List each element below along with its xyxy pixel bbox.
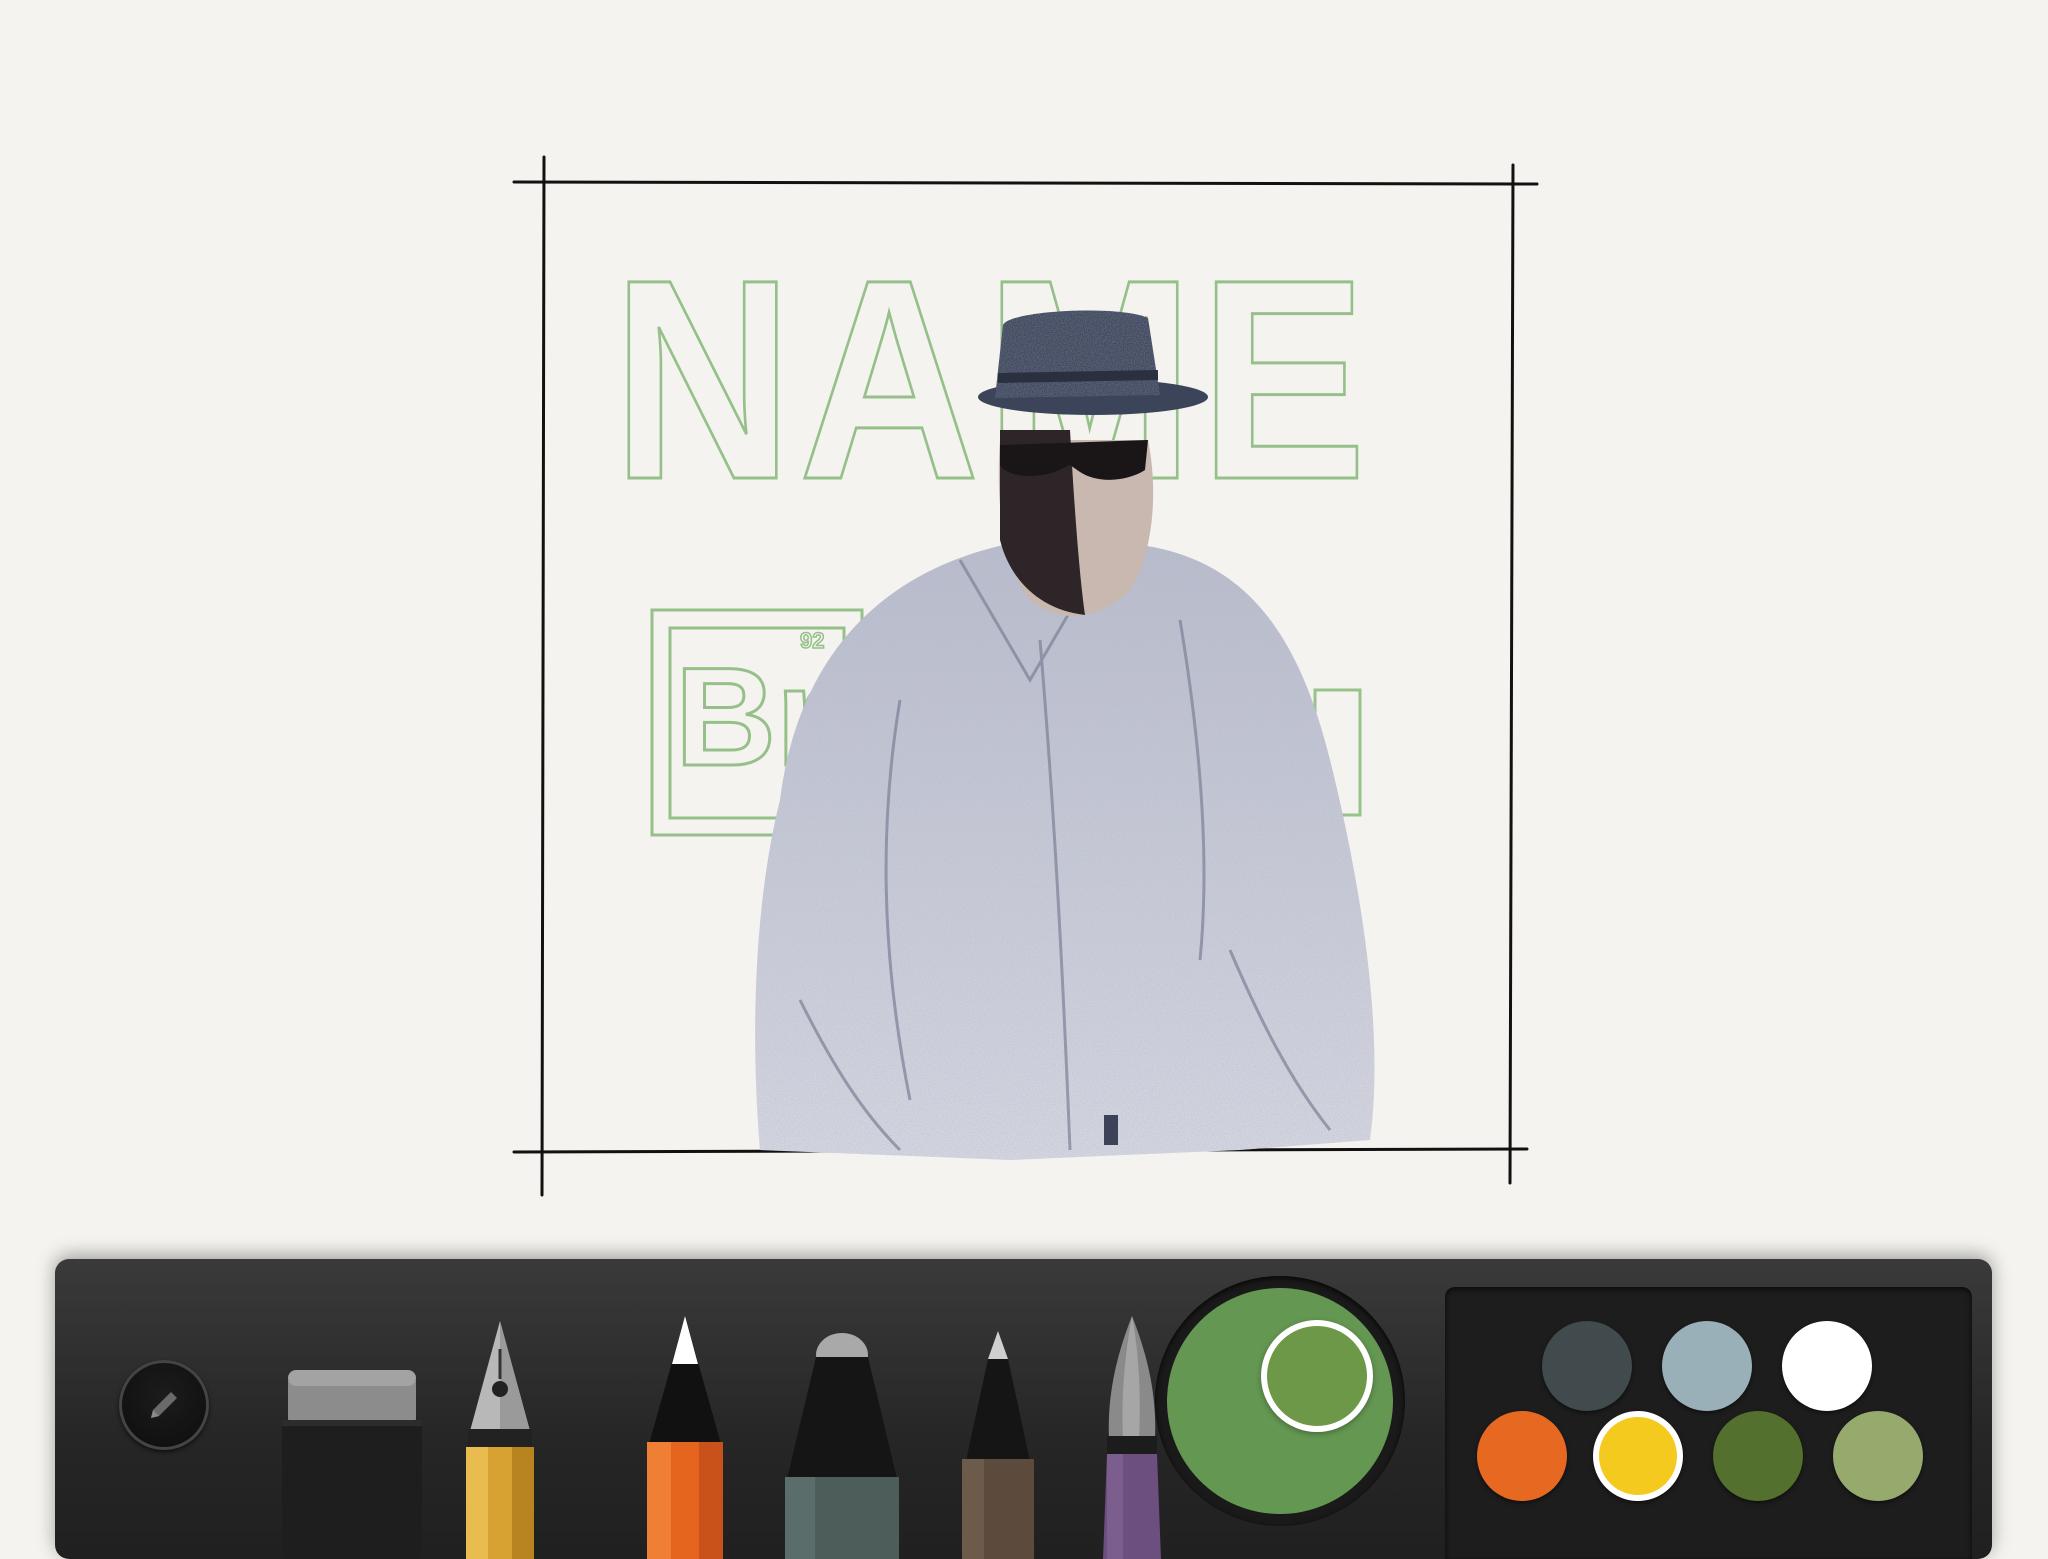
element-number: 92 — [800, 628, 824, 653]
marker-icon — [785, 1333, 899, 1559]
drawing-canvas[interactable]: NAME Br 92 — [0, 0, 2048, 1220]
swatch-dark-green[interactable] — [1713, 1411, 1803, 1501]
selected-color-indicator[interactable] — [1261, 1320, 1373, 1432]
eraser-icon — [282, 1370, 422, 1559]
sketch-artwork: NAME Br 92 — [512, 155, 1539, 1197]
swatch-white[interactable] — [1782, 1321, 1872, 1411]
eraser-tool[interactable] — [280, 1364, 424, 1559]
fine-pen-tool[interactable] — [958, 1329, 1038, 1559]
pencil-icon — [151, 1392, 177, 1418]
fine-pen-icon — [962, 1331, 1034, 1559]
menu-button[interactable] — [119, 1360, 209, 1450]
headline-sketch-text: NAME — [612, 221, 1372, 539]
pencil-tool[interactable] — [645, 1314, 725, 1559]
swatch-yellow[interactable] — [1593, 1411, 1683, 1501]
swatch-orange[interactable] — [1477, 1411, 1567, 1501]
tool-tray — [55, 1259, 1992, 1559]
brush-tool[interactable] — [1099, 1314, 1165, 1559]
swatch-tray — [1445, 1287, 1972, 1559]
swatch-sage-green[interactable] — [1833, 1411, 1923, 1501]
swatch-dark-gray[interactable] — [1542, 1321, 1632, 1411]
fountain-pen-icon — [466, 1321, 534, 1559]
color-wheel[interactable] — [1155, 1276, 1405, 1526]
brush-icon — [1103, 1316, 1161, 1559]
marker-tool[interactable] — [779, 1327, 905, 1559]
fountain-pen-tool[interactable] — [462, 1319, 538, 1559]
swatch-gray-blue[interactable] — [1662, 1321, 1752, 1411]
pencil-icon — [647, 1316, 723, 1559]
